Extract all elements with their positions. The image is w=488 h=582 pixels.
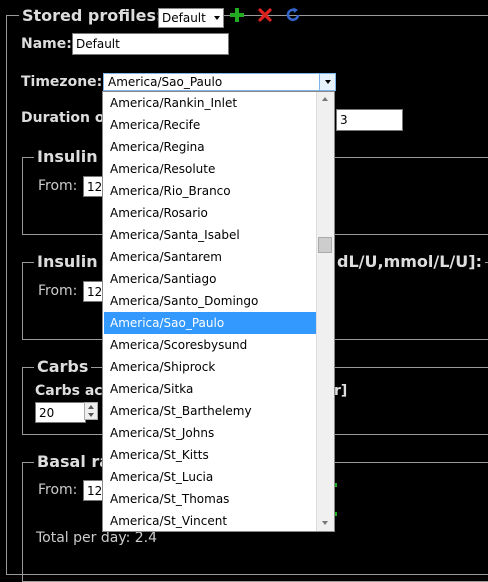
insulin-sensitivity-legend-tail: dL/U,mmol/L/U]:	[334, 252, 485, 271]
spinner-up-icon[interactable]	[88, 405, 94, 409]
timezone-dropdown-list[interactable]: America/Rankin_Inlet America/Recife Americ…	[102, 91, 335, 532]
carbs-activity-label-tail: r]	[334, 383, 348, 399]
timezone-option[interactable]: America/Scoresbysund	[104, 334, 318, 356]
timezone-option[interactable]: America/St_Lucia	[104, 466, 318, 488]
timezone-option[interactable]: America/Santiago	[104, 268, 318, 290]
timezone-option[interactable]: America/St_Johns	[104, 422, 318, 444]
timezone-option[interactable]: America/Sao_Paulo	[104, 312, 318, 334]
carbs-spinner[interactable]	[84, 402, 98, 420]
timezone-select-value: America/Sao_Paulo	[108, 75, 223, 89]
plus-icon[interactable]	[228, 6, 246, 24]
timezone-option[interactable]: America/Regina	[104, 136, 318, 158]
name-input[interactable]	[72, 33, 229, 55]
carbs-activity-label: Carbs act	[35, 383, 110, 399]
timezone-option[interactable]: America/Rankin_Inlet	[104, 92, 318, 114]
scrollbar-thumb[interactable]	[318, 237, 332, 253]
insulin-sensitivity-from-label: From:	[38, 283, 78, 299]
refresh-icon[interactable]	[284, 6, 302, 24]
spinner-down-icon[interactable]	[88, 413, 94, 417]
timezone-option[interactable]: America/St_Thomas	[104, 488, 318, 510]
insulin-to-carb-from-label: From:	[38, 178, 78, 194]
basal-total-label: Total per day: 2.4	[36, 530, 158, 546]
timezone-option[interactable]: America/Rosario	[104, 202, 318, 224]
timezone-option[interactable]: America/Santo_Domingo	[104, 290, 318, 312]
timezone-option[interactable]: America/St_Barthelemy	[104, 400, 318, 422]
carbs-legend: Carbs	[34, 357, 92, 376]
timezone-option[interactable]: America/St_Kitts	[104, 444, 318, 466]
timezone-option[interactable]: America/Recife	[104, 114, 318, 136]
timezone-label: Timezone:	[21, 74, 103, 90]
carbs-activity-input[interactable]	[35, 402, 86, 423]
scroll-down-icon[interactable]	[322, 521, 328, 525]
duration-label: Duration o	[21, 110, 105, 126]
scroll-up-icon[interactable]	[322, 97, 328, 101]
timezone-select[interactable]: America/Sao_Paulo	[103, 73, 336, 91]
timezone-option[interactable]: America/Santarem	[104, 246, 318, 268]
timezone-option[interactable]: America/Shiprock	[104, 356, 318, 378]
chevron-down-icon	[325, 80, 331, 84]
timezone-option[interactable]: America/Resolute	[104, 158, 318, 180]
x-icon[interactable]	[256, 6, 274, 24]
basal-from-label: From:	[38, 482, 78, 498]
timezone-option[interactable]: America/Santa_Isabel	[104, 224, 318, 246]
dropdown-scrollbar[interactable]	[316, 92, 334, 531]
timezone-option[interactable]: America/St_Vincent	[104, 510, 318, 531]
timezone-dropdown-button[interactable]	[319, 74, 335, 90]
stored-profiles-legend: Stored profiles:	[19, 6, 166, 25]
profile-select-value: Default	[162, 11, 206, 25]
chevron-down-icon	[214, 16, 220, 20]
name-label: Name:	[21, 36, 72, 52]
timezone-option[interactable]: America/Rio_Branco	[104, 180, 318, 202]
timezone-option[interactable]: America/Sitka	[104, 378, 318, 400]
profile-select[interactable]: Default	[158, 8, 224, 28]
duration-input[interactable]	[336, 109, 403, 131]
